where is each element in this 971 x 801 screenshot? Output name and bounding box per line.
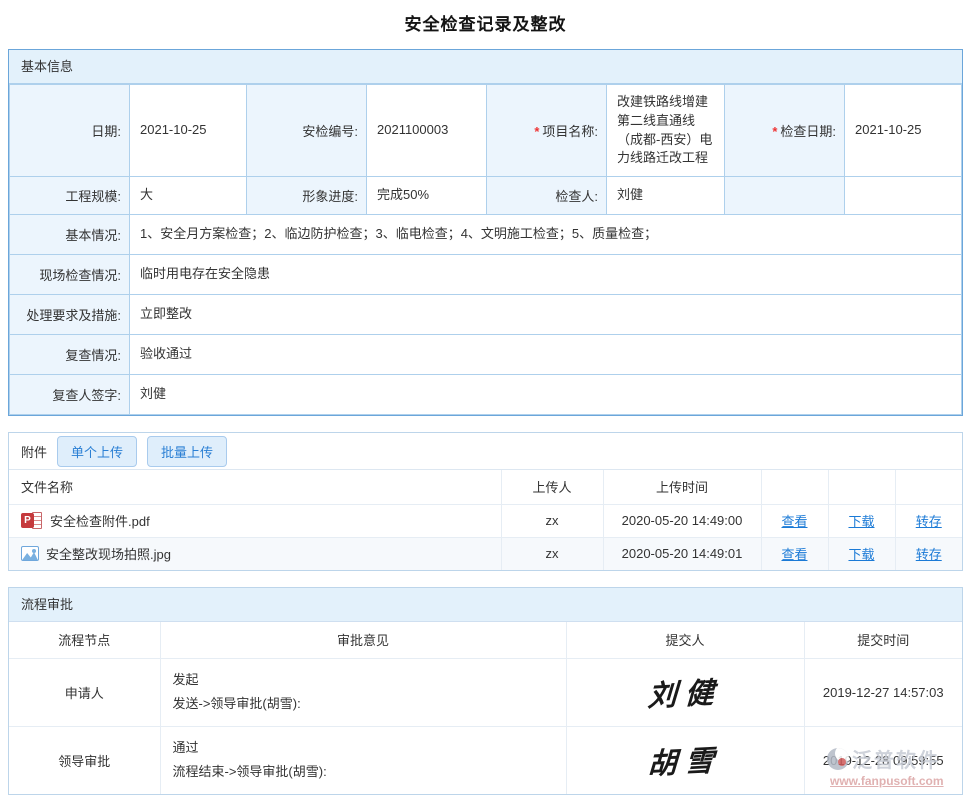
empty-value-cell (845, 177, 962, 215)
recheck-value: 验收通过 (130, 335, 962, 375)
basic-info-section: 基本信息 日期: 2021-10-25 安检编号: 2021100003 *项目… (8, 49, 963, 416)
submitter-signature: 胡雪 (647, 737, 723, 783)
table-row: 工程规模: 大 形象进度: 完成50% 检查人: 刘健 (10, 177, 962, 215)
col-action-3 (895, 470, 962, 504)
download-link[interactable]: 下载 (848, 514, 874, 529)
measures-value: 立即整改 (130, 295, 962, 335)
inspection-no-label: 安检编号: (247, 85, 367, 177)
required-asterisk: * (772, 124, 777, 139)
progress-value: 完成50% (367, 177, 487, 215)
recheck-label: 复查情况: (10, 335, 130, 375)
inspection-no-value: 2021100003 (367, 85, 487, 177)
upload-time: 2020-05-20 14:49:00 (603, 504, 761, 537)
page-title: 安全检查记录及整改 (8, 0, 963, 49)
approval-section: 流程审批 流程节点 审批意见 提交人 提交时间 申请人 发起 发送->领导审批(… (8, 587, 963, 795)
project-scale-value: 大 (130, 177, 247, 215)
attachment-row: P 安全检查附件.pdf zx 2020-05-20 14:49:00 查看 下… (9, 504, 962, 537)
measures-label: 处理要求及措施: (10, 295, 130, 335)
recheck-sign-value: 刘健 (130, 375, 962, 415)
col-submit-time: 提交时间 (804, 622, 962, 658)
submit-time: 2019-12-27 14:57:03 (804, 658, 962, 726)
single-upload-button[interactable]: 单个上传 (57, 436, 137, 467)
approval-opinion: 通过 流程结束->领导审批(胡雪): (160, 726, 566, 794)
project-name-value: 改建铁路线增建第二线直通线（成都-西安）电力线路迁改工程 (607, 85, 725, 177)
flow-node: 申请人 (9, 658, 160, 726)
check-date-value: 2021-10-25 (845, 85, 962, 177)
empty-label-cell (725, 177, 845, 215)
flow-node: 领导审批 (9, 726, 160, 794)
table-row: 现场检查情况: 临时用电存在安全隐患 (10, 255, 962, 295)
approval-table-header: 流程节点 审批意见 提交人 提交时间 (9, 622, 962, 658)
approval-row: 申请人 发起 发送->领导审批(胡雪): 刘健 2019-12-27 14:57… (9, 658, 962, 726)
save-as-link[interactable]: 转存 (916, 547, 942, 562)
col-action-2 (828, 470, 895, 504)
submitter-signature: 刘健 (647, 669, 723, 715)
basic-situation-value: 1、安全月方案检查；2、临边防护检查；3、临电检查；4、文明施工检查；5、质量检… (130, 215, 962, 255)
inspector-label: 检查人: (487, 177, 607, 215)
col-flow-node: 流程节点 (9, 622, 160, 658)
attachments-header: 附件 单个上传 批量上传 (9, 433, 962, 470)
col-opinion: 审批意见 (160, 622, 566, 658)
project-scale-label: 工程规模: (10, 177, 130, 215)
col-submitter: 提交人 (566, 622, 804, 658)
required-asterisk: * (534, 124, 539, 139)
batch-upload-button[interactable]: 批量上传 (147, 436, 227, 467)
uploader: zx (501, 504, 603, 537)
progress-label: 形象进度: (247, 177, 367, 215)
col-file-name: 文件名称 (9, 470, 501, 504)
file-name[interactable]: 安全整改现场拍照.jpg (46, 544, 171, 563)
basic-info-section-title: 基本信息 (9, 50, 962, 84)
save-as-link[interactable]: 转存 (916, 514, 942, 529)
attachment-row: 安全整改现场拍照.jpg zx 2020-05-20 14:49:01 查看 下… (9, 537, 962, 570)
site-check-value: 临时用电存在安全隐患 (130, 255, 962, 295)
table-row: 处理要求及措施: 立即整改 (10, 295, 962, 335)
pdf-file-icon: P (21, 512, 43, 529)
date-label: 日期: (10, 85, 130, 177)
approval-section-title: 流程审批 (9, 588, 962, 622)
basic-info-table: 日期: 2021-10-25 安检编号: 2021100003 *项目名称: 改… (9, 84, 962, 415)
image-file-icon (21, 546, 39, 561)
page-root: 安全检查记录及整改 基本信息 日期: 2021-10-25 安检编号: 2021… (0, 0, 971, 795)
col-uploader: 上传人 (501, 470, 603, 504)
file-name[interactable]: 安全检查附件.pdf (50, 511, 150, 530)
approval-table: 流程节点 审批意见 提交人 提交时间 申请人 发起 发送->领导审批(胡雪): … (9, 622, 962, 794)
table-row: 复查情况: 验收通过 (10, 335, 962, 375)
site-check-label: 现场检查情况: (10, 255, 130, 295)
approval-opinion: 发起 发送->领导审批(胡雪): (160, 658, 566, 726)
attachments-title: 附件 (21, 442, 47, 461)
col-action-1 (761, 470, 828, 504)
table-row: 基本情况: 1、安全月方案检查；2、临边防护检查；3、临电检查；4、文明施工检查… (10, 215, 962, 255)
attachments-section: 附件 单个上传 批量上传 文件名称 上传人 上传时间 P 安 (8, 432, 963, 571)
download-link[interactable]: 下载 (848, 547, 874, 562)
attachments-table: 文件名称 上传人 上传时间 P 安全检查附件.pdf zx 2020-05-20… (9, 470, 962, 570)
uploader: zx (501, 537, 603, 570)
date-value: 2021-10-25 (130, 85, 247, 177)
check-date-label: *检查日期: (725, 85, 845, 177)
upload-time: 2020-05-20 14:49:01 (603, 537, 761, 570)
recheck-sign-label: 复查人签字: (10, 375, 130, 415)
project-name-label: *项目名称: (487, 85, 607, 177)
view-link[interactable]: 查看 (781, 514, 807, 529)
attachments-table-header: 文件名称 上传人 上传时间 (9, 470, 962, 504)
table-row: 日期: 2021-10-25 安检编号: 2021100003 *项目名称: 改… (10, 85, 962, 177)
submit-time: 2019-12-28 09:59:55 (804, 726, 962, 794)
col-upload-time: 上传时间 (603, 470, 761, 504)
view-link[interactable]: 查看 (781, 547, 807, 562)
approval-row: 领导审批 通过 流程结束->领导审批(胡雪): 胡雪 2019-12-28 09… (9, 726, 962, 794)
table-row: 复查人签字: 刘健 (10, 375, 962, 415)
basic-situation-label: 基本情况: (10, 215, 130, 255)
inspector-value: 刘健 (607, 177, 725, 215)
